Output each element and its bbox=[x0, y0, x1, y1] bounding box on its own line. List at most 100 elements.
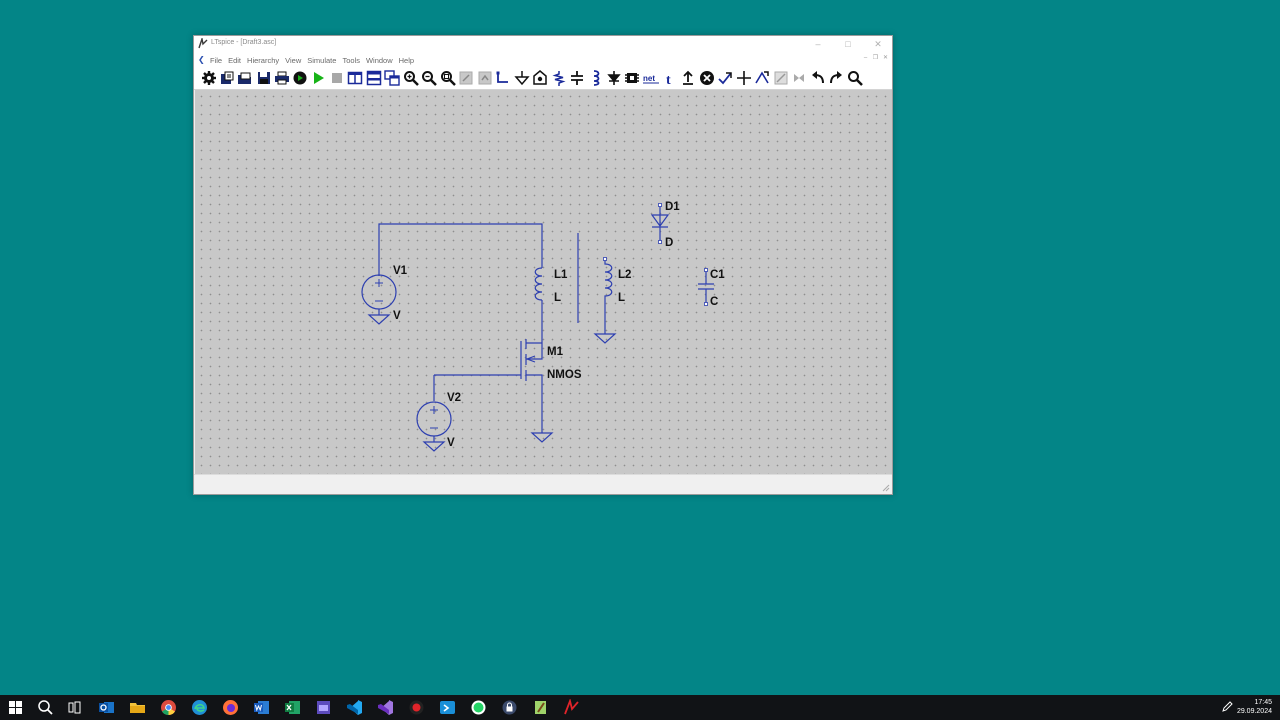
vpn-lock-icon[interactable] bbox=[501, 699, 518, 716]
d1-value: D bbox=[665, 237, 673, 249]
m1-symbol[interactable] bbox=[520, 339, 543, 433]
d1-ref: D1 bbox=[665, 201, 680, 213]
minimize-button[interactable]: – bbox=[811, 37, 825, 51]
save-icon[interactable] bbox=[256, 70, 272, 86]
menu-window[interactable]: Window bbox=[363, 52, 396, 67]
l2-symbol[interactable] bbox=[604, 260, 613, 334]
file-explorer-icon[interactable] bbox=[129, 699, 146, 716]
inductor-icon[interactable] bbox=[588, 70, 604, 86]
excel-icon[interactable] bbox=[284, 699, 301, 716]
tile-vertical-icon[interactable] bbox=[347, 70, 363, 86]
menu-help[interactable]: Help bbox=[396, 52, 417, 67]
menu-hierarchy[interactable]: Hierarchy bbox=[244, 52, 282, 67]
m1-ground[interactable] bbox=[530, 432, 554, 443]
find-icon[interactable] bbox=[847, 70, 863, 86]
close-button[interactable]: ✕ bbox=[871, 37, 885, 51]
mirror-icon[interactable] bbox=[791, 70, 807, 86]
mdi-minimize-icon[interactable]: – bbox=[862, 55, 869, 62]
l2-ground[interactable] bbox=[593, 333, 617, 344]
ltspice-icon[interactable] bbox=[559, 695, 584, 720]
svg-text:t: t bbox=[666, 73, 671, 86]
firefox-icon[interactable] bbox=[222, 699, 239, 716]
drag-icon[interactable] bbox=[754, 70, 770, 86]
resistor-icon[interactable] bbox=[551, 70, 567, 86]
spice-directive-icon[interactable] bbox=[680, 70, 696, 86]
netlist-icon[interactable]: net bbox=[643, 70, 659, 86]
tile-horizontal-icon[interactable] bbox=[366, 70, 382, 86]
open-file-icon[interactable] bbox=[237, 70, 253, 86]
menu-edit[interactable]: Edit bbox=[225, 52, 244, 67]
run-icon[interactable] bbox=[292, 70, 308, 86]
windows-start-icon[interactable] bbox=[7, 699, 24, 716]
menu-view[interactable]: View bbox=[282, 52, 304, 67]
redo-icon[interactable] bbox=[828, 70, 844, 86]
obs-record-icon[interactable] bbox=[404, 695, 429, 720]
menu-simulate[interactable]: Simulate bbox=[304, 52, 339, 67]
title-bar[interactable]: LTspice - [Draft3.asc] – □ ✕ bbox=[194, 36, 892, 52]
m1-value: NMOS bbox=[547, 369, 582, 381]
zoom-in-icon[interactable] bbox=[403, 70, 419, 86]
ground-icon[interactable] bbox=[514, 70, 530, 86]
menu-file[interactable]: File bbox=[207, 52, 225, 67]
settings-icon[interactable] bbox=[201, 70, 217, 86]
label-net-icon[interactable] bbox=[532, 70, 548, 86]
pen-tray-icon[interactable] bbox=[1221, 701, 1233, 713]
word-icon[interactable] bbox=[253, 699, 270, 716]
status-bar bbox=[194, 474, 892, 494]
l1-value: L bbox=[554, 292, 561, 304]
mdi-close-icon[interactable]: ✕ bbox=[882, 55, 889, 62]
chrome-icon[interactable] bbox=[160, 699, 177, 716]
l2-ref: L2 bbox=[618, 269, 631, 281]
move-icon[interactable] bbox=[736, 70, 752, 86]
zoom-fit-icon[interactable] bbox=[440, 70, 456, 86]
edge-icon[interactable] bbox=[191, 699, 208, 716]
remote-app-icon[interactable] bbox=[439, 699, 456, 716]
play-icon[interactable] bbox=[310, 70, 326, 86]
clock-date: 29.09.2024 bbox=[1236, 708, 1272, 715]
visual-studio-icon[interactable] bbox=[315, 699, 332, 716]
outlook-icon[interactable] bbox=[98, 699, 115, 716]
wire-icon[interactable] bbox=[495, 70, 511, 86]
delete-icon[interactable] bbox=[699, 70, 715, 86]
capacitor-icon[interactable] bbox=[569, 70, 585, 86]
schematic-canvas[interactable]: V1 V L1 L L2 L D1 D C1 C M1 NMOS V2 V bbox=[195, 90, 892, 475]
autoscale-icon[interactable] bbox=[477, 70, 493, 86]
ltspice-app-icon bbox=[198, 38, 208, 49]
mdi-restore-icon[interactable]: ❐ bbox=[872, 55, 879, 62]
v2-ground[interactable] bbox=[422, 436, 446, 452]
v2-ref: V2 bbox=[447, 392, 461, 404]
l1-symbol[interactable] bbox=[534, 267, 543, 301]
duplicate-icon[interactable] bbox=[717, 70, 733, 86]
whatsapp-icon[interactable] bbox=[470, 699, 487, 716]
c1-ref: C1 bbox=[710, 269, 725, 281]
menu-tools[interactable]: Tools bbox=[339, 52, 363, 67]
cascade-icon[interactable] bbox=[384, 70, 400, 86]
system-clock[interactable]: 17:45 29.09.2024 bbox=[1237, 698, 1272, 716]
print-icon[interactable] bbox=[274, 70, 290, 86]
task-view-icon[interactable] bbox=[66, 699, 83, 716]
c1-value: C bbox=[710, 296, 718, 308]
ltspice-window: LTspice - [Draft3.asc] – □ ✕ ❮ File Edit… bbox=[193, 35, 893, 495]
taskbar: 17:45 29.09.2024 bbox=[0, 695, 1280, 720]
stop-icon[interactable] bbox=[329, 70, 345, 86]
notepadpp-icon[interactable] bbox=[532, 699, 549, 716]
zoom-area-icon[interactable] bbox=[458, 70, 474, 86]
visual-studio-purple-icon[interactable] bbox=[377, 699, 394, 716]
open-folder-icon[interactable] bbox=[219, 70, 235, 86]
v1-ground[interactable] bbox=[367, 309, 391, 325]
undo-icon[interactable] bbox=[810, 70, 826, 86]
diode-icon[interactable] bbox=[606, 70, 622, 86]
maximize-button[interactable]: □ bbox=[841, 37, 855, 51]
rotate-icon[interactable] bbox=[773, 70, 789, 86]
resize-grip-icon[interactable] bbox=[882, 484, 890, 492]
vscode-icon[interactable] bbox=[346, 699, 363, 716]
zoom-out-icon[interactable] bbox=[421, 70, 437, 86]
search-icon[interactable] bbox=[37, 699, 54, 716]
mdi-system-menu-icon[interactable]: ❮ bbox=[198, 55, 205, 64]
l1-ref: L1 bbox=[554, 269, 568, 281]
component-icon[interactable] bbox=[624, 70, 640, 86]
m1-ref: M1 bbox=[547, 346, 564, 358]
text-icon[interactable]: t bbox=[662, 70, 678, 86]
v2-value: V bbox=[447, 437, 455, 449]
l2-value: L bbox=[618, 292, 625, 304]
